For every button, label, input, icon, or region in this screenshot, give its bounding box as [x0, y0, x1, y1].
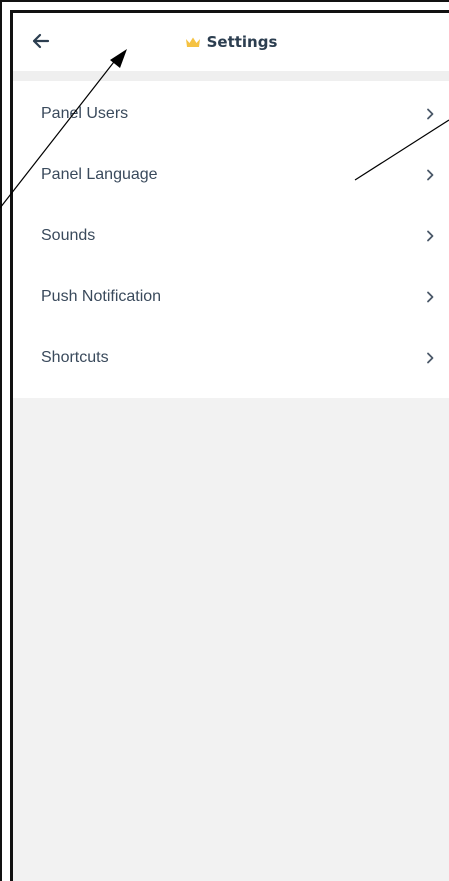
frame-border-left: [0, 0, 2, 881]
menu-item-push-notification[interactable]: Push Notification: [13, 266, 449, 327]
chevron-right-icon: [425, 107, 435, 121]
chevron-right-icon: [425, 351, 435, 365]
crown-icon: [185, 37, 200, 47]
menu-item-label: Panel Users: [41, 104, 129, 122]
menu-item-label: Sounds: [41, 226, 96, 244]
chevron-right-icon: [425, 168, 435, 182]
menu-item-panel-language[interactable]: Panel Language: [13, 144, 449, 205]
menu-item-panel-users[interactable]: Panel Users: [13, 83, 449, 144]
menu-item-label: Push Notification: [41, 287, 162, 305]
header-divider: [13, 71, 449, 81]
frame-border-top: [0, 0, 449, 2]
page-title: Settings: [206, 33, 278, 51]
menu-item-sounds[interactable]: Sounds: [13, 205, 449, 266]
chevron-right-icon: [425, 290, 435, 304]
app-bar: Settings: [13, 13, 449, 71]
menu-item-shortcuts[interactable]: Shortcuts: [13, 327, 449, 388]
menu-item-label: Shortcuts: [41, 348, 109, 366]
phone-screen: Settings Panel Users Panel Language Soun…: [10, 10, 449, 881]
page-title-group: Settings: [13, 31, 449, 53]
settings-menu: Panel Users Panel Language Sounds Push N…: [13, 81, 449, 398]
menu-item-label: Panel Language: [41, 165, 158, 183]
chevron-right-icon: [425, 229, 435, 243]
